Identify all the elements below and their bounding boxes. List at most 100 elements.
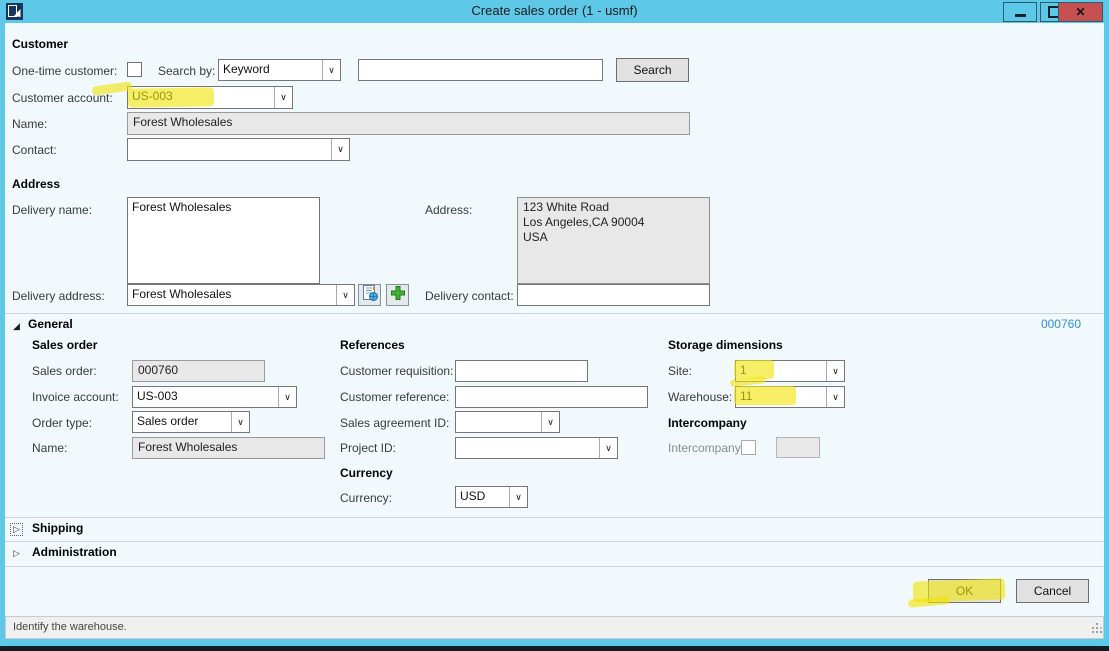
invoice-account-dropdown[interactable]: US-003 ∨ bbox=[132, 386, 297, 408]
intercompany-field bbox=[776, 437, 820, 458]
status-text: Identify the warehouse. bbox=[13, 621, 127, 633]
chevron-down-icon: ∨ bbox=[541, 412, 559, 432]
currency-value: USD bbox=[456, 487, 509, 507]
chevron-down-icon: ∨ bbox=[509, 487, 527, 507]
window-border-bottom bbox=[0, 639, 1109, 646]
collapsed-triangle-icon[interactable]: ▷ bbox=[10, 523, 23, 536]
customer-reference-input[interactable] bbox=[455, 386, 648, 408]
warehouse-dropdown[interactable]: 11 ∨ bbox=[735, 386, 845, 408]
window-border-right bbox=[1104, 23, 1109, 639]
address-group-header: Address bbox=[12, 177, 60, 191]
sales-order-field: 000760 bbox=[132, 360, 265, 382]
address-field: 123 White Road Los Angeles,CA 90004 USA bbox=[517, 197, 710, 284]
chevron-down-icon: ∨ bbox=[826, 387, 844, 407]
delivery-contact-label: Delivery contact: bbox=[425, 289, 514, 303]
site-label: Site: bbox=[668, 364, 692, 378]
close-icon: ✕ bbox=[1075, 5, 1085, 19]
address-book-globe-icon bbox=[362, 285, 378, 306]
order-type-dropdown[interactable]: Sales order ∨ bbox=[132, 411, 250, 433]
customer-name-field: Forest Wholesales bbox=[127, 112, 690, 135]
currency-dropdown[interactable]: USD ∨ bbox=[455, 486, 528, 508]
chevron-down-icon: ∨ bbox=[231, 412, 249, 432]
search-button[interactable]: Search bbox=[616, 58, 689, 82]
taskbar-strip bbox=[0, 646, 1109, 651]
intercompany-label: Intercompany: bbox=[668, 441, 744, 455]
shipping-section-header[interactable]: Shipping bbox=[32, 521, 83, 535]
customer-reference-label: Customer reference: bbox=[340, 390, 449, 404]
order-type-label: Order type: bbox=[32, 416, 92, 430]
contact-dropdown[interactable]: ∨ bbox=[127, 138, 350, 161]
chevron-down-icon: ∨ bbox=[331, 139, 349, 160]
delivery-name-textarea[interactable]: Forest Wholesales bbox=[127, 197, 320, 284]
window-title: Create sales order (1 - usmf) bbox=[0, 3, 1109, 18]
record-id-link[interactable]: 000760 bbox=[1041, 317, 1081, 331]
intercompany-subheader: Intercompany bbox=[668, 416, 747, 430]
one-time-customer-checkbox[interactable] bbox=[127, 62, 142, 77]
general-section-header[interactable]: General bbox=[28, 317, 73, 331]
contact-value bbox=[128, 139, 331, 160]
site-value: 1 bbox=[736, 361, 826, 381]
project-id-value bbox=[456, 438, 599, 458]
delivery-address-value: Forest Wholesales bbox=[128, 285, 336, 305]
customer-search-input[interactable] bbox=[358, 59, 603, 81]
contact-label: Contact: bbox=[12, 143, 57, 157]
status-bar: Identify the warehouse. bbox=[5, 616, 1104, 639]
chevron-down-icon: ∨ bbox=[322, 60, 340, 80]
intercompany-checkbox bbox=[741, 440, 756, 455]
separator bbox=[5, 517, 1104, 518]
site-dropdown[interactable]: 1 ∨ bbox=[735, 360, 845, 382]
delivery-contact-input[interactable] bbox=[517, 284, 710, 306]
administration-section-header[interactable]: Administration bbox=[32, 545, 117, 559]
sales-order-label: Sales order: bbox=[32, 364, 97, 378]
customer-requisition-input[interactable] bbox=[455, 360, 588, 382]
general-name-field: Forest Wholesales bbox=[132, 437, 325, 459]
ok-button[interactable]: OK bbox=[928, 579, 1001, 603]
sales-agreement-value bbox=[456, 412, 541, 432]
customer-name-label: Name: bbox=[12, 117, 47, 131]
plus-icon bbox=[390, 285, 406, 306]
currency-subheader: Currency bbox=[340, 466, 393, 480]
sales-agreement-label: Sales agreement ID: bbox=[340, 416, 449, 430]
chevron-down-icon: ∨ bbox=[278, 387, 296, 407]
address-book-button[interactable] bbox=[358, 284, 381, 306]
separator bbox=[5, 541, 1104, 542]
delivery-name-label: Delivery name: bbox=[12, 203, 92, 217]
add-address-button[interactable] bbox=[386, 284, 409, 306]
resize-grip[interactable] bbox=[1090, 625, 1100, 635]
separator bbox=[5, 566, 1104, 567]
customer-group-header: Customer bbox=[12, 37, 68, 51]
one-time-customer-label: One-time customer: bbox=[12, 64, 117, 78]
sales-agreement-dropdown[interactable]: ∨ bbox=[455, 411, 560, 433]
customer-account-dropdown[interactable]: US-003 ∨ bbox=[127, 86, 293, 109]
customer-account-value: US-003 bbox=[128, 87, 274, 108]
search-by-dropdown[interactable]: Keyword ∨ bbox=[218, 59, 341, 81]
delivery-address-dropdown[interactable]: Forest Wholesales ∨ bbox=[127, 284, 355, 306]
separator bbox=[5, 313, 1104, 314]
references-subheader: References bbox=[340, 338, 405, 352]
warehouse-label: Warehouse: bbox=[668, 390, 732, 404]
storage-dimensions-subheader: Storage dimensions bbox=[668, 338, 783, 352]
close-button[interactable]: ✕ bbox=[1058, 2, 1103, 22]
expanded-triangle-icon[interactable]: ◢ bbox=[13, 321, 20, 332]
project-id-dropdown[interactable]: ∨ bbox=[455, 437, 618, 459]
minimize-icon bbox=[1015, 14, 1026, 17]
search-by-value: Keyword bbox=[219, 60, 322, 80]
window-border-left bbox=[0, 23, 5, 639]
chevron-down-icon: ∨ bbox=[826, 361, 844, 381]
project-id-label: Project ID: bbox=[340, 441, 396, 455]
cancel-button[interactable]: Cancel bbox=[1016, 579, 1089, 603]
customer-account-label: Customer account: bbox=[12, 91, 113, 105]
address-label: Address: bbox=[425, 203, 472, 217]
create-sales-order-dialog: Create sales order (1 - usmf) ✕ Customer… bbox=[0, 0, 1109, 651]
search-by-label: Search by: bbox=[158, 64, 215, 78]
general-name-label: Name: bbox=[32, 441, 67, 455]
invoice-account-label: Invoice account: bbox=[32, 390, 119, 404]
minimize-button[interactable] bbox=[1003, 2, 1037, 22]
chevron-down-icon: ∨ bbox=[599, 438, 617, 458]
order-type-value: Sales order bbox=[133, 412, 231, 432]
collapsed-triangle-icon[interactable]: ▷ bbox=[13, 548, 20, 559]
invoice-account-value: US-003 bbox=[133, 387, 278, 407]
title-bar: Create sales order (1 - usmf) bbox=[0, 0, 1109, 23]
chevron-down-icon: ∨ bbox=[274, 87, 292, 108]
warehouse-value: 11 bbox=[736, 387, 826, 407]
